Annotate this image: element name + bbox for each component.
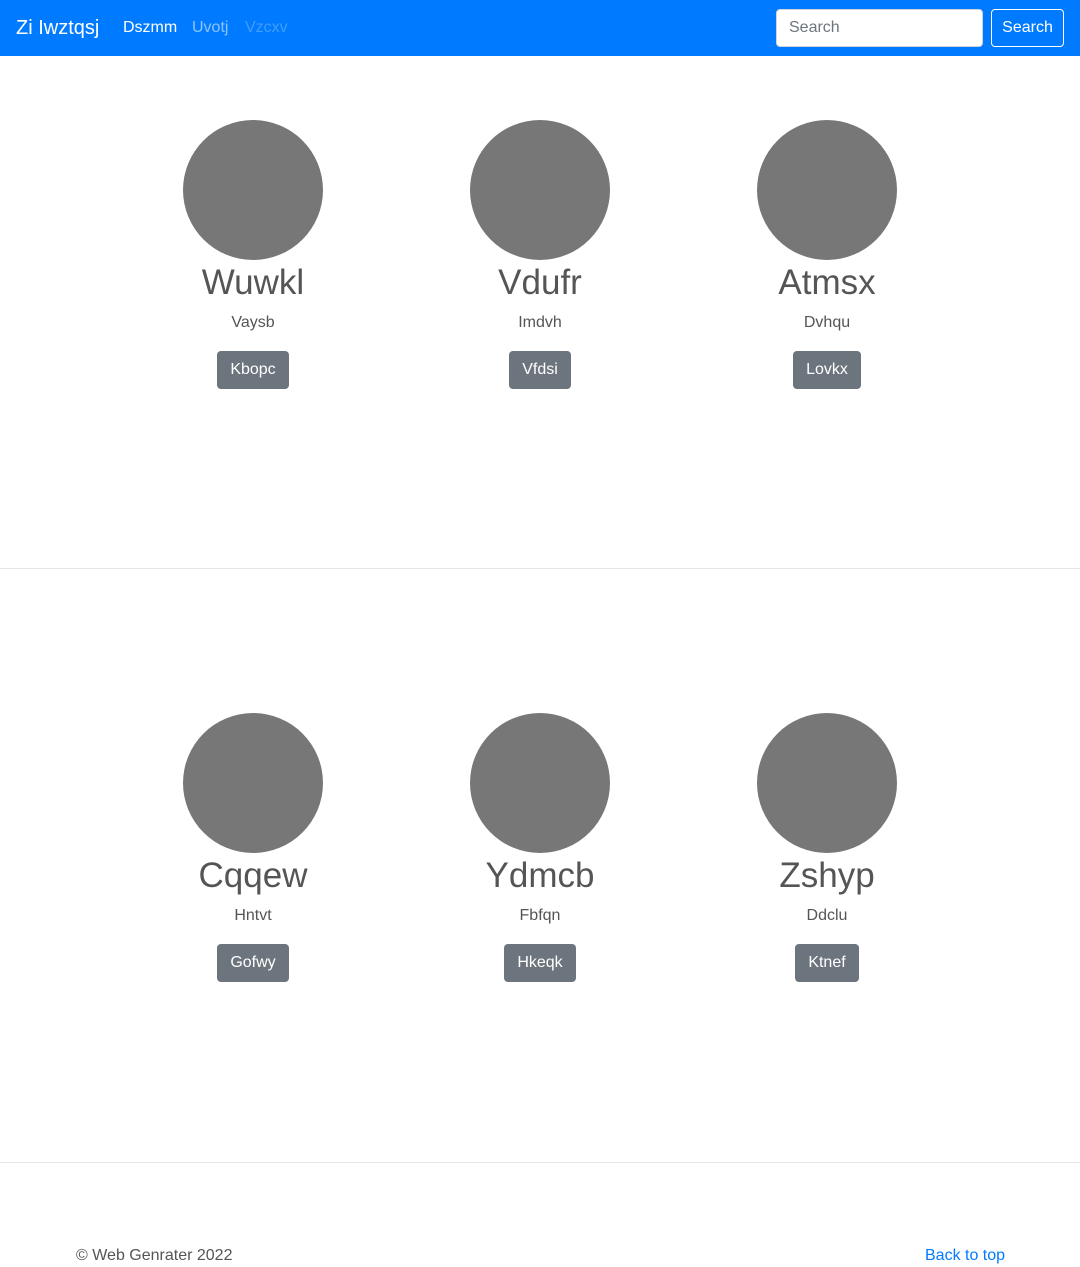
top-navbar: Zi Iwztqsj Dszmm Uvotj Vzcxv Search — [0, 0, 1080, 56]
card-button[interactable]: Kbopc — [217, 351, 289, 389]
card-title: Zshyp — [779, 856, 875, 895]
card-subtitle: Hntvt — [234, 907, 272, 924]
feature-card: Zshyp Ddclu Ktnef — [707, 713, 947, 982]
search-button[interactable]: Search — [991, 9, 1064, 47]
card-subtitle: Ddclu — [806, 907, 848, 924]
section-divider — [0, 1162, 1080, 1163]
section-divider — [0, 568, 1080, 569]
card-subtitle: Vaysb — [231, 314, 275, 331]
feature-card: Vdufr Imdvh Vfdsi — [420, 120, 660, 389]
placeholder-image — [183, 120, 323, 260]
placeholder-image — [757, 713, 897, 853]
card-button[interactable]: Vfdsi — [509, 351, 571, 389]
placeholder-image — [183, 713, 323, 853]
card-subtitle: Dvhqu — [803, 314, 851, 331]
placeholder-image — [470, 120, 610, 260]
card-button[interactable]: Lovkx — [793, 351, 861, 389]
card-title: Atmsx — [778, 263, 876, 302]
feature-card: Cqqew Hntvt Gofwy — [133, 713, 373, 982]
nav-link-uvotj[interactable]: Uvotj — [192, 18, 228, 38]
card-title: Vdufr — [498, 263, 582, 302]
card-button[interactable]: Hkeqk — [504, 944, 576, 982]
nav-link-vzcxv: Vzcxv — [245, 19, 288, 36]
search-input[interactable] — [776, 9, 983, 47]
nav-link-dszmm[interactable]: Dszmm — [123, 18, 177, 38]
feature-card: Atmsx Dvhqu Lovkx — [707, 120, 947, 389]
card-button[interactable]: Gofwy — [217, 944, 289, 982]
card-title: Wuwkl — [201, 263, 305, 302]
feature-card: Wuwkl Vaysb Kbopc — [133, 120, 373, 389]
card-title: Ydmcb — [485, 856, 595, 895]
card-subtitle: Imdvh — [518, 314, 562, 331]
placeholder-image — [470, 713, 610, 853]
footer-copyright: © Web Genrater 2022 — [76, 1247, 233, 1264]
feature-card: Ydmcb Fbfqn Hkeqk — [420, 713, 660, 982]
card-title: Cqqew — [198, 856, 308, 895]
back-to-top-link[interactable]: Back to top — [925, 1246, 1005, 1266]
navbar-brand[interactable]: Zi Iwztqsj — [16, 14, 99, 42]
card-button[interactable]: Ktnef — [795, 944, 859, 982]
card-subtitle: Fbfqn — [519, 907, 561, 924]
placeholder-image — [757, 120, 897, 260]
